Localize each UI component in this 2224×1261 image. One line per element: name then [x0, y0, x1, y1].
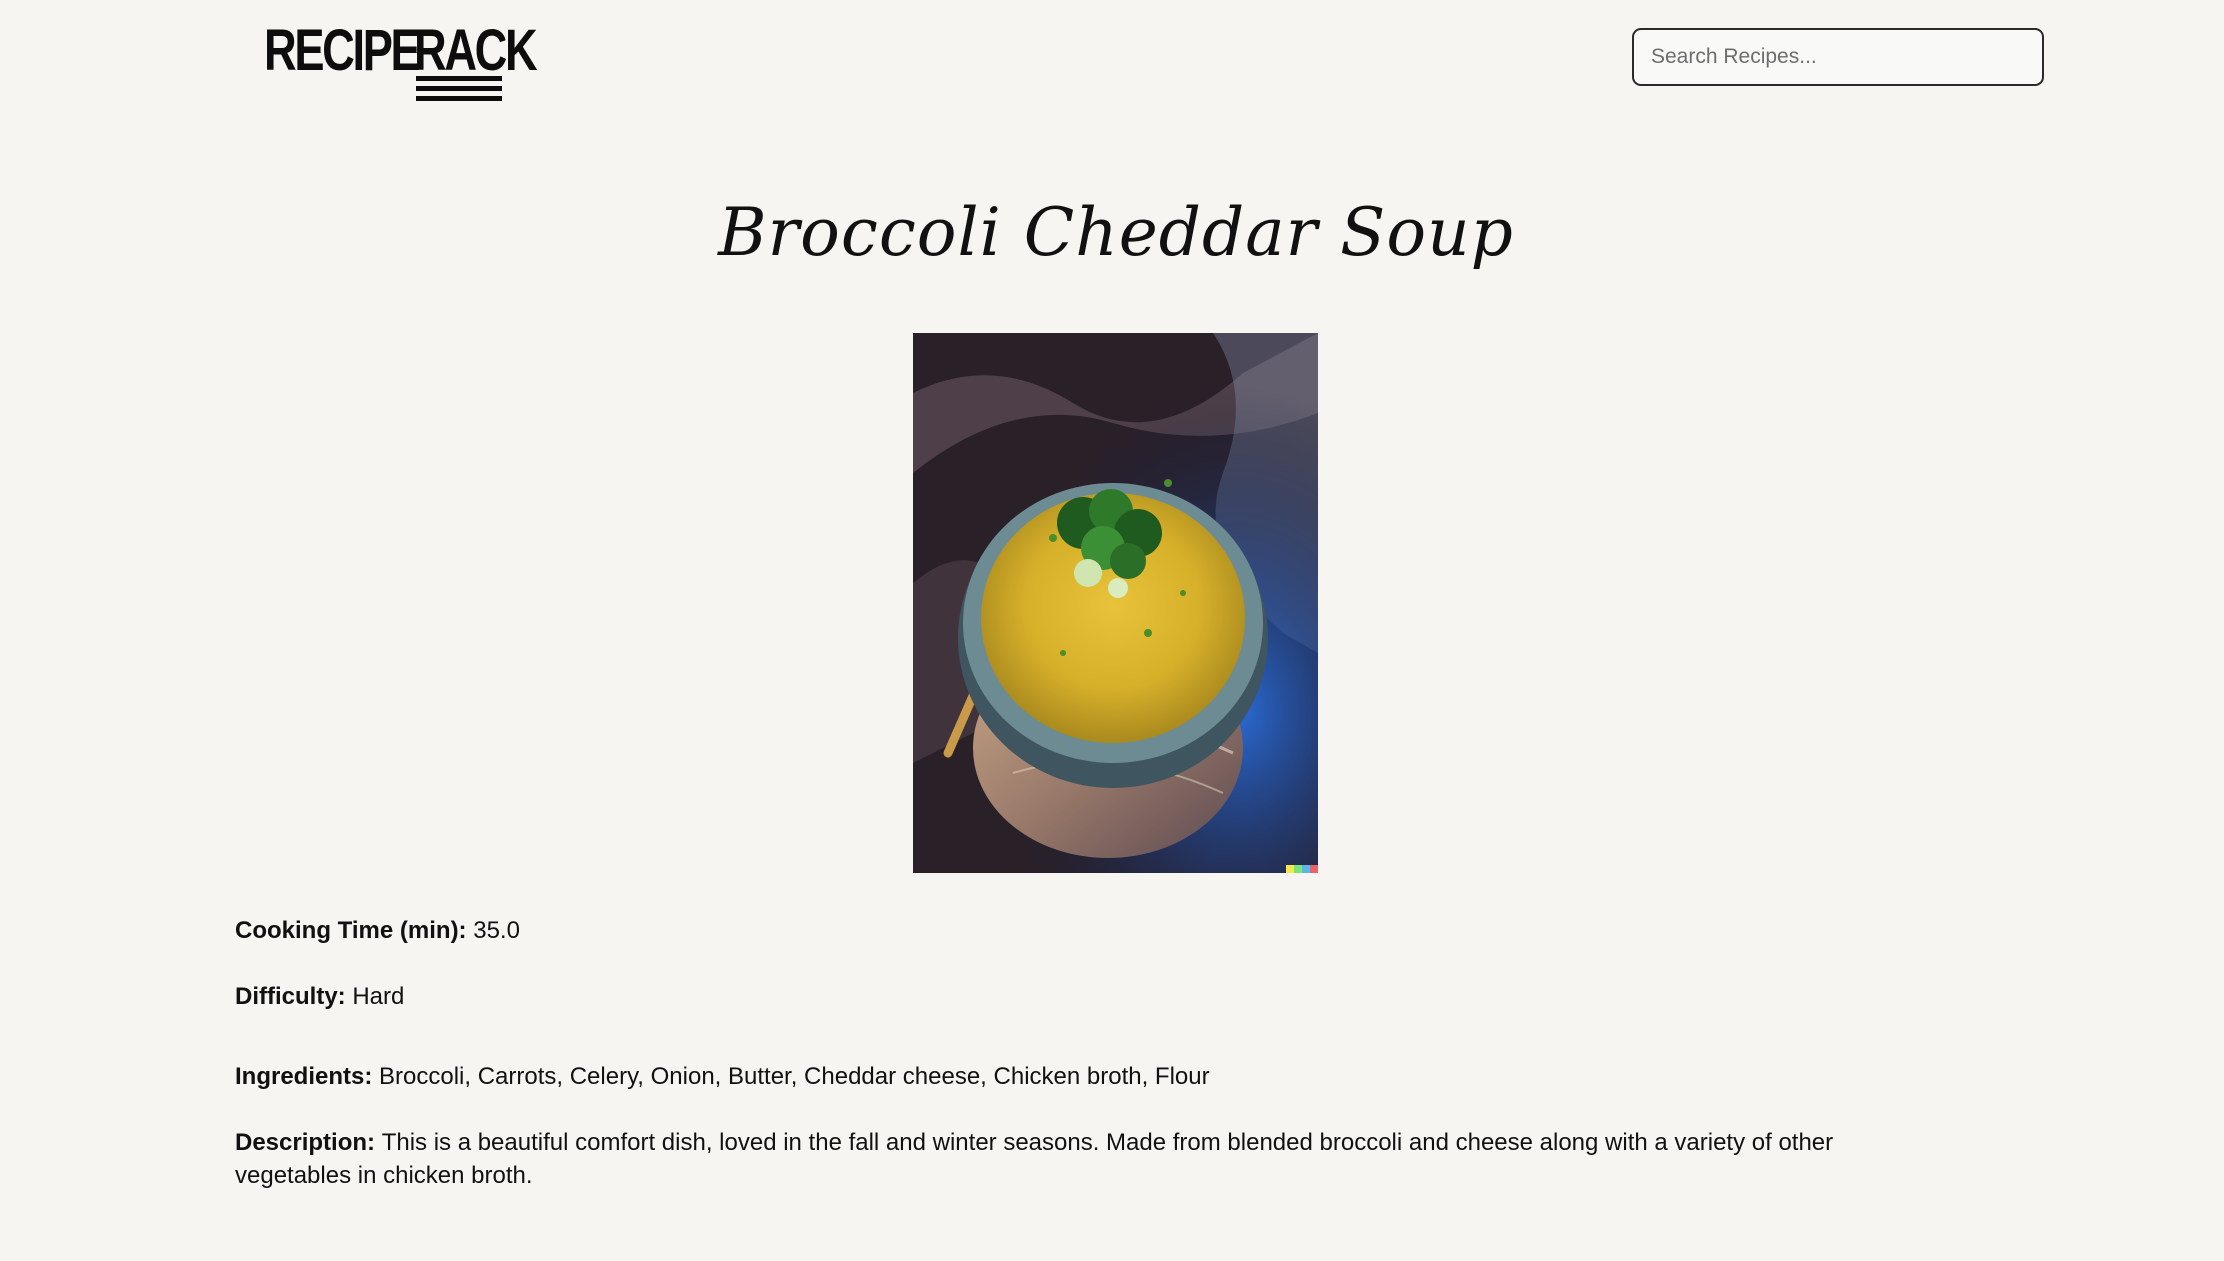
difficulty-row: Difficulty: Hard [235, 980, 1935, 1013]
recipe-title: Broccoli Cheddar Soup [718, 194, 1514, 271]
site-logo[interactable]: RECIPE RACK [264, 18, 538, 101]
cooking-time-value: 35.0 [473, 917, 520, 944]
ingredients-label: Ingredients: [235, 1063, 380, 1090]
search-input[interactable] [1632, 28, 2044, 86]
cooking-time-row: Cooking Time (min): 35.0 [235, 914, 1935, 947]
ingredients-value: Broccoli, Carrots, Celery, Onion, Butter… [379, 1063, 1210, 1090]
difficulty-value: Hard [352, 983, 405, 1010]
description-row: Description: This is a beautiful comfort… [235, 1126, 1915, 1192]
recipe-image [913, 333, 1318, 873]
logo-word-recipe: RECIPE [264, 18, 421, 83]
description-value: This is a beautiful comfort dish, loved … [235, 1129, 1834, 1189]
cooking-time-label: Cooking Time (min): [235, 917, 474, 944]
logo-stripes [416, 76, 502, 106]
description-label: Description: [235, 1129, 382, 1156]
logo-rack: RACK [414, 18, 538, 101]
difficulty-label: Difficulty: [235, 983, 353, 1010]
logo-word-rack: RACK [414, 18, 538, 83]
recipe-page: RECIPE RACK Broccoli Cheddar Soup [0, 0, 2224, 1261]
ingredients-row: Ingredients: Broccoli, Carrots, Celery, … [235, 1060, 1935, 1093]
